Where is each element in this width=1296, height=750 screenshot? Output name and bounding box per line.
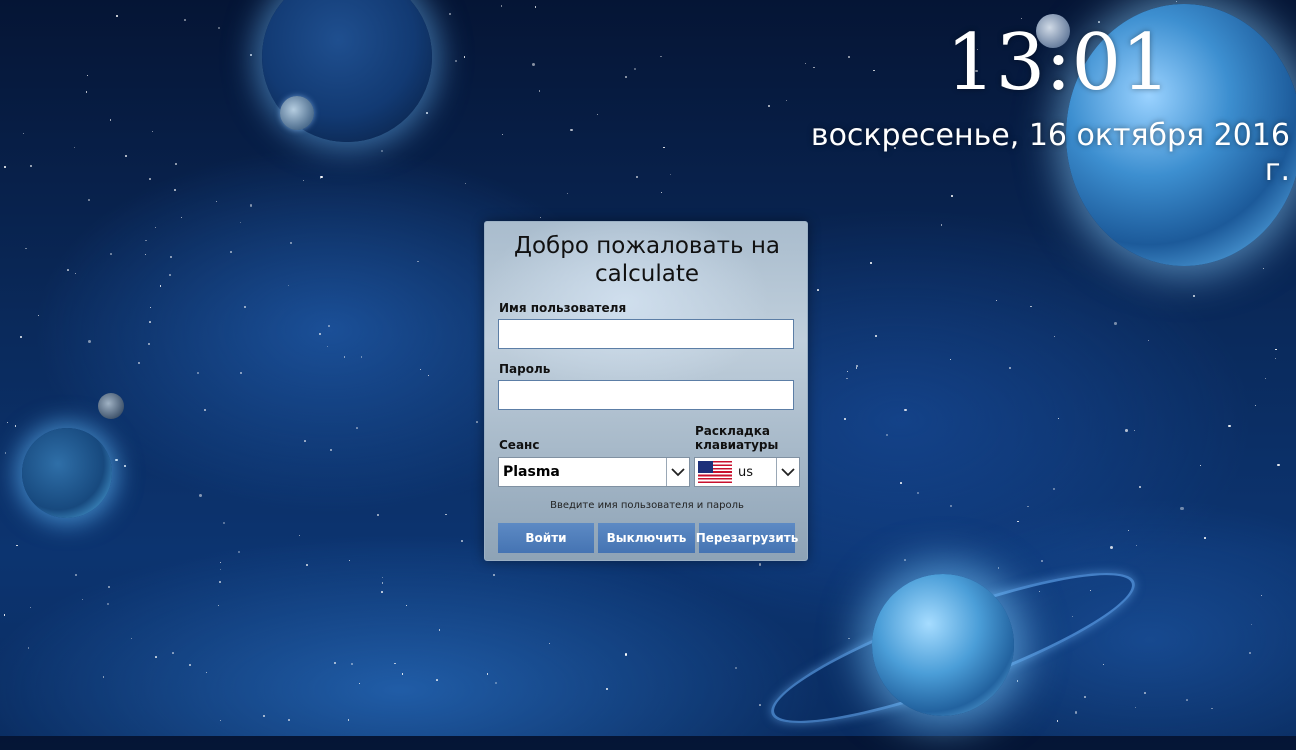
login-button[interactable]: Войти xyxy=(498,523,594,553)
keyboard-layout-value: us xyxy=(738,464,754,480)
us-flag-icon xyxy=(698,461,732,483)
shutdown-button[interactable]: Выключить xyxy=(598,523,695,553)
keyboard-layout-select[interactable]: us xyxy=(694,457,800,487)
password-input[interactable] xyxy=(498,380,794,410)
welcome-title: Добро пожаловать на calculate xyxy=(514,233,780,287)
clock-time: 13:01 xyxy=(946,18,1171,108)
session-select[interactable]: Plasma xyxy=(498,457,690,487)
keyboard-layout-label: Раскладка клавиатуры xyxy=(695,424,779,452)
moon-left xyxy=(98,393,124,419)
session-value: Plasma xyxy=(503,464,560,480)
username-label: Имя пользователя xyxy=(499,301,627,315)
chevron-down-icon[interactable] xyxy=(666,458,689,486)
session-label: Сеанс xyxy=(499,438,540,452)
login-dialog: Добро пожаловать на calculate Имя пользо… xyxy=(484,221,808,561)
chevron-down-icon[interactable] xyxy=(776,458,799,486)
username-input[interactable] xyxy=(498,319,794,349)
planet-bottom-ringed xyxy=(872,574,1014,716)
reboot-button[interactable]: Перезагрузить xyxy=(696,523,798,553)
clock-date: воскресенье, 16 октября 2016 г. xyxy=(810,118,1290,188)
planet-left xyxy=(22,428,112,518)
login-hint: Введите имя пользователя и пароль xyxy=(550,500,744,511)
password-label: Пароль xyxy=(499,362,551,376)
moon-top-left xyxy=(280,96,314,130)
